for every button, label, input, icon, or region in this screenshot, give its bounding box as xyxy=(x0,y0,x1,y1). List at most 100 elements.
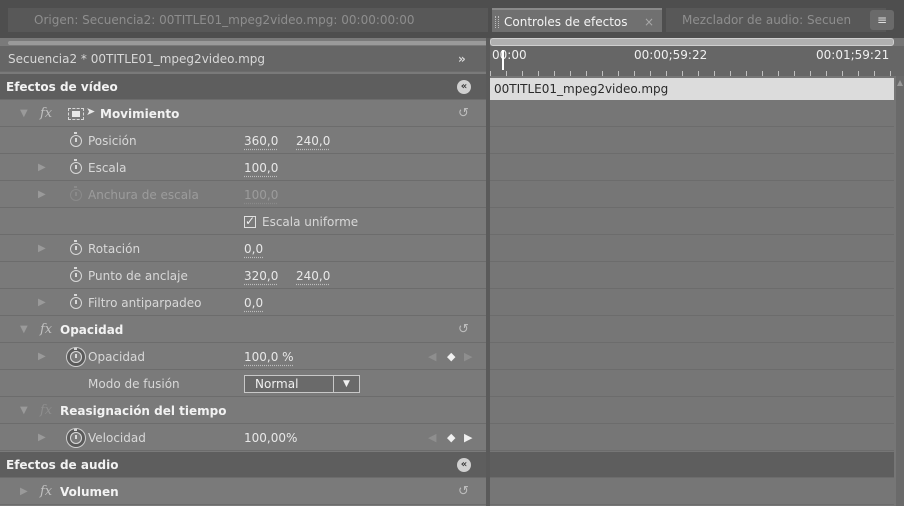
scale-value[interactable]: 100,0 xyxy=(244,155,278,181)
tab-audio-mixer[interactable]: Mezclador de audio: Secuen xyxy=(666,8,886,32)
scale-width-value: 100,0 xyxy=(244,188,279,202)
fx-toggle-icon[interactable]: fx xyxy=(40,101,52,127)
scale-width-label: Anchura de escala xyxy=(88,188,199,202)
anchor-label: Punto de anclaje xyxy=(88,269,188,283)
next-keyframe-icon[interactable]: ▶ xyxy=(464,425,472,451)
stopwatch-icon[interactable] xyxy=(70,294,82,309)
collapse-icon[interactable]: « xyxy=(457,458,471,472)
prev-keyframe-icon[interactable]: ◀ xyxy=(428,425,436,451)
effect-volume-label: Volumen xyxy=(60,485,119,499)
timeline-row xyxy=(490,155,894,181)
collapse-icon[interactable]: « xyxy=(457,80,471,94)
property-scale-width-row: ▶ Anchura de escala 100,0 xyxy=(0,182,486,208)
scroll-up-arrow-icon[interactable] xyxy=(897,80,903,86)
rotation-value[interactable]: 0,0 xyxy=(244,236,263,262)
opacity-label: Opacidad xyxy=(88,350,145,364)
property-anchor-row: Punto de anclaje 320,0 240,0 xyxy=(0,263,486,289)
fx-toggle-icon: fx xyxy=(40,403,53,418)
stopwatch-icon[interactable] xyxy=(70,132,82,147)
timeline-row xyxy=(490,209,894,235)
effect-opacity-row[interactable]: ▼ fx Opacidad ↺ xyxy=(0,317,486,343)
expand-triangle-icon[interactable]: ▼ xyxy=(20,101,28,127)
effect-opacity-label: Opacidad xyxy=(60,323,124,337)
expand-triangle-icon[interactable]: ▶ xyxy=(38,344,46,370)
expand-triangle-icon: ▶ xyxy=(38,189,46,200)
effect-motion-row[interactable]: ▼ fx ➤ Movimiento ↺ xyxy=(0,101,486,127)
stopwatch-icon[interactable] xyxy=(70,240,82,255)
timeline-row xyxy=(490,128,894,154)
clip-bar[interactable]: 00TITLE01_mpeg2video.mpg xyxy=(490,78,894,100)
stopwatch-icon[interactable] xyxy=(70,159,82,174)
video-effects-header: Efectos de vídeo « xyxy=(0,74,486,100)
tab-source-monitor[interactable]: Origen: Secuencia2: 00TITLE01_mpeg2video… xyxy=(8,8,488,32)
position-x-value[interactable]: 360,0 xyxy=(244,128,278,154)
stopwatch-active-icon[interactable] xyxy=(70,348,82,363)
reset-icon[interactable]: ↺ xyxy=(458,101,469,127)
blend-mode-dropdown[interactable]: Normal ▼ xyxy=(244,375,360,393)
position-label: Posición xyxy=(88,134,137,148)
audio-effects-header: Efectos de audio « xyxy=(0,452,486,478)
timeline-row xyxy=(490,290,894,316)
blend-mode-value: Normal xyxy=(255,377,299,391)
add-keyframe-icon[interactable]: ◆ xyxy=(447,344,455,370)
tab-close-icon[interactable]: × xyxy=(644,10,654,32)
expand-triangle-icon[interactable]: ▶ xyxy=(38,236,46,262)
audio-effects-label: Efectos de audio xyxy=(6,458,119,472)
reset-icon[interactable]: ↺ xyxy=(458,479,469,505)
time-ruler[interactable]: 00:00 00:00;59:22 00:01;59:21 xyxy=(490,46,904,76)
antiflicker-label: Filtro antiparpadeo xyxy=(88,296,202,310)
timecode-mid: 00:00;59:22 xyxy=(634,48,708,62)
property-opacity-row: ▶ Opacidad 100,0 % ◀ ◆ ▶ xyxy=(0,344,486,370)
timeline-row xyxy=(490,263,894,289)
effect-motion-label: Movimiento xyxy=(100,107,180,121)
expand-triangle-icon[interactable]: ▶ xyxy=(38,425,46,451)
playhead[interactable] xyxy=(502,50,504,70)
tab-effect-controls-label: Controles de efectos xyxy=(504,15,628,29)
uniform-scale-checkbox[interactable] xyxy=(244,214,256,228)
position-y-value[interactable]: 240,0 xyxy=(296,128,330,154)
expand-triangle-icon[interactable]: ▶ xyxy=(38,290,46,316)
motion-transform-icon[interactable] xyxy=(68,108,84,120)
expand-triangle-icon[interactable]: ▼ xyxy=(20,317,28,343)
expand-triangle-icon[interactable]: ▶ xyxy=(20,479,28,505)
add-keyframe-icon[interactable]: ◆ xyxy=(447,425,455,451)
reset-icon[interactable]: ↺ xyxy=(458,317,469,343)
timeline-row xyxy=(490,479,894,505)
stopwatch-icon xyxy=(70,186,82,201)
fx-toggle-icon[interactable]: fx xyxy=(40,479,52,505)
show-timeline-icon[interactable]: » xyxy=(458,46,466,72)
tab-grip-icon[interactable] xyxy=(495,16,499,28)
stopwatch-icon[interactable] xyxy=(70,267,82,282)
timeline-zoom-scrollbar[interactable] xyxy=(490,38,894,46)
timeline-row xyxy=(490,317,894,343)
expand-triangle-icon[interactable]: ▼ xyxy=(20,398,28,424)
effect-time-remap-label: Reasignación del tiempo xyxy=(60,404,227,418)
antiflicker-value[interactable]: 0,0 xyxy=(244,290,263,316)
vertical-scrollbar[interactable] xyxy=(896,76,904,506)
scale-label: Escala xyxy=(88,161,127,175)
anchor-x-value[interactable]: 320,0 xyxy=(244,263,278,289)
chevron-down-icon[interactable]: ▼ xyxy=(333,376,359,392)
timecode-end: 00:01;59:21 xyxy=(816,48,890,62)
uniform-scale-label: Escala uniforme xyxy=(262,215,359,229)
timeline-row xyxy=(490,344,894,370)
anchor-y-value[interactable]: 240,0 xyxy=(296,263,330,289)
expand-triangle-icon[interactable]: ▶ xyxy=(38,155,46,181)
blend-mode-row: Modo de fusión Normal ▼ xyxy=(0,371,486,397)
stopwatch-active-icon[interactable] xyxy=(70,429,82,444)
timeline-row xyxy=(490,398,894,424)
effect-volume-row[interactable]: ▶ fx Volumen ↺ xyxy=(0,479,486,505)
speed-label: Velocidad xyxy=(88,431,146,445)
timeline-row xyxy=(490,371,894,397)
tab-effect-controls[interactable]: Controles de efectos × xyxy=(492,8,662,32)
next-keyframe-icon[interactable]: ▶ xyxy=(464,344,472,370)
effect-time-remap-row[interactable]: ▼ fx Reasignación del tiempo xyxy=(0,398,486,424)
speed-value[interactable]: 100,00% xyxy=(244,425,297,451)
prev-keyframe-icon[interactable]: ◀ xyxy=(428,344,436,370)
opacity-value[interactable]: 100,0 % xyxy=(244,344,294,370)
uniform-scale-row: Escala uniforme xyxy=(0,209,486,235)
panel-menu-icon[interactable]: ≡ xyxy=(870,10,894,30)
timeline-row xyxy=(490,182,894,208)
fx-toggle-icon[interactable]: fx xyxy=(40,317,52,343)
horizontal-scrollbar[interactable] xyxy=(8,41,488,45)
